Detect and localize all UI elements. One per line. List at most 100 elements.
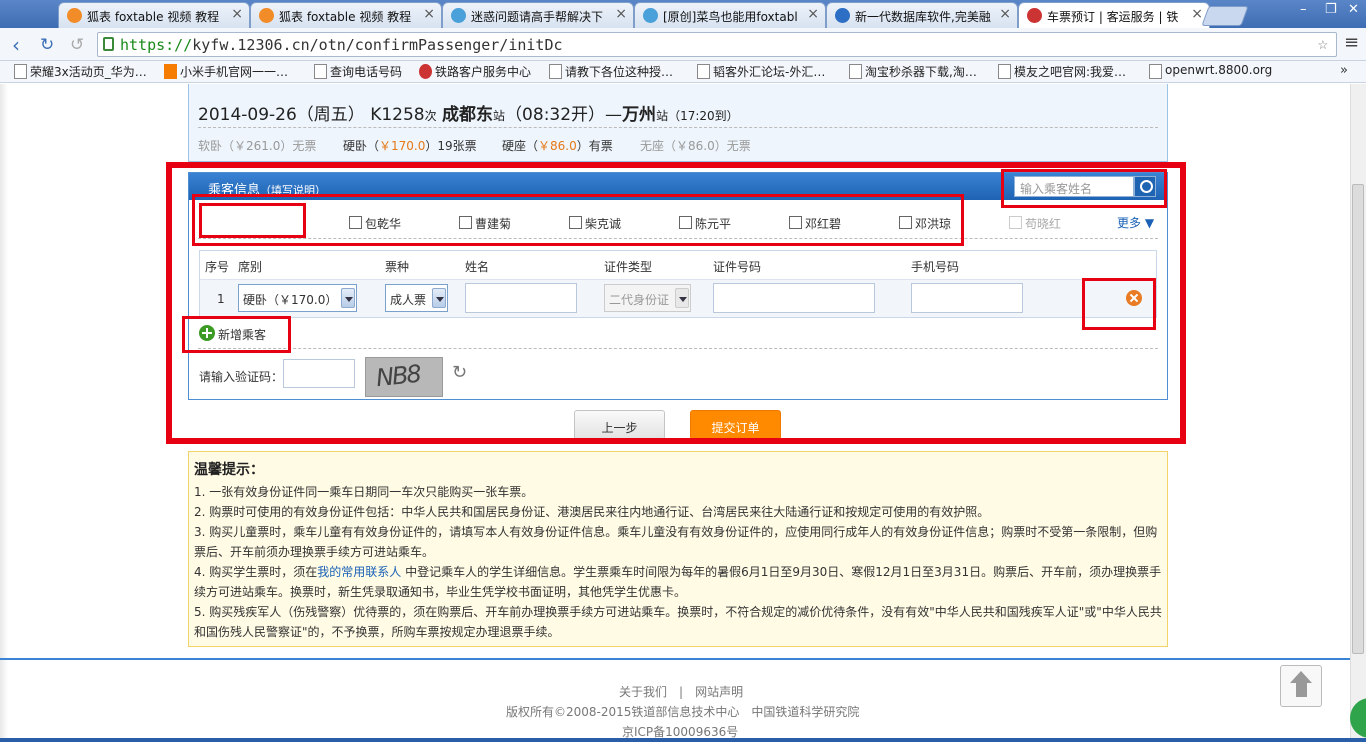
tab-label: 新一代数据库软件,完美融 <box>855 10 991 24</box>
train-ci: 次 <box>424 109 437 123</box>
taskbar <box>0 738 1366 742</box>
seat-price: ￥86.0 <box>676 139 715 153</box>
url-path: kyfw.12306.cn/otn/confirmPassenger/initD… <box>192 36 563 54</box>
bookmark-item[interactable]: 请教下各位这种授… <box>547 63 673 80</box>
seat-hard-sleeper: 硬卧（￥170.0）19张票 <box>343 137 477 154</box>
bookmark-item[interactable]: 模友之吧官网:我爱… <box>996 63 1126 80</box>
scrollbar-thumb[interactable] <box>1352 184 1364 654</box>
fox-icon <box>259 8 274 23</box>
seat-soft-sleeper: 软卧（￥261.0）无票 <box>198 137 316 154</box>
site-icon <box>835 8 850 23</box>
contacts-link[interactable]: 我的常用联系人 <box>317 565 401 579</box>
close-icon[interactable]: × <box>999 6 1011 22</box>
train-date: 2014-09-26（周五） <box>198 105 365 125</box>
highlight-box <box>192 194 964 246</box>
tip-item: 1. 一张有效身份证件同一乘车日期同一车次只能购买一张车票。 <box>194 485 534 499</box>
fox-icon <box>67 8 82 23</box>
seat-status: 无票 <box>292 139 317 153</box>
tip-item: 4. 购买学生票时，须在我的常用联系人 中登记乘车人的学生详细信息。学生票乘车时… <box>194 562 1162 602</box>
seat-bracket: ） <box>714 139 727 153</box>
tip-text: 4. 购买学生票时，须在 <box>194 565 318 579</box>
seat-status: 无票 <box>726 139 751 153</box>
bookmark-item[interactable]: 淘宝秒杀器下载,淘… <box>847 63 977 80</box>
tip-item: 3. 购买儿童票时，乘车儿童有有效身份证件的，请填写本人有效身份证件信息。乘车儿… <box>194 525 1158 559</box>
forum-icon <box>451 8 466 23</box>
bookmark-item[interactable]: openwrt.8800.org <box>1147 63 1272 79</box>
separator: | <box>679 685 684 699</box>
highlight-box <box>199 203 306 238</box>
seat-name: 硬座（ <box>502 139 539 153</box>
train-arrive: （17:20到） <box>668 109 739 123</box>
footer-divider <box>0 658 1350 660</box>
close-icon[interactable]: × <box>807 6 819 22</box>
maximize-icon[interactable]: ❐ <box>1325 2 1337 17</box>
bookmark-item[interactable]: 查询电话号码 <box>312 63 402 80</box>
seat-status: 19张票 <box>437 139 477 153</box>
new-tab-button[interactable] <box>1201 6 1249 26</box>
browser-tab[interactable]: 新一代数据库软件,完美融 × <box>826 2 1018 28</box>
seat-bracket: ） <box>280 139 293 153</box>
tip-item: 2. 购票时可使用的有效身份证件包括：中华人民共和国居民身份证、港澳居民来往内地… <box>194 505 990 519</box>
seat-status: 有票 <box>588 139 613 153</box>
seat-name: 无座（ <box>640 139 677 153</box>
train-from: 成都东 <box>442 105 494 125</box>
station-suffix: 站 <box>656 109 669 123</box>
railway-icon <box>1027 8 1042 23</box>
url-scheme: https:// <box>120 36 193 54</box>
close-icon[interactable]: × <box>231 6 243 22</box>
seat-name: 软卧（ <box>198 139 235 153</box>
train-number: K1258 <box>370 105 425 125</box>
bookmark-item[interactable]: 小米手机官网一一… <box>162 63 288 80</box>
train-depart: （08:32开）— <box>505 105 623 125</box>
reload-icon[interactable]: ↻ <box>40 35 54 55</box>
browser-tab[interactable]: [原创]菜鸟也能用foxtabl × <box>634 2 826 28</box>
browser-tab[interactable]: 迷惑问题请高手帮解决下 × <box>442 2 634 28</box>
tab-label: [原创]菜鸟也能用foxtabl <box>663 10 798 24</box>
tab-label: 狐表 foxtable 视频 教程 <box>87 10 220 24</box>
seat-standing: 无座（￥86.0）无票 <box>640 137 751 154</box>
seat-price: ￥170.0 <box>379 139 426 153</box>
bookmarks-more[interactable]: » <box>1340 63 1348 78</box>
statement-link[interactable]: 网站声明 <box>695 685 743 699</box>
station-suffix: 站 <box>493 109 506 123</box>
divider <box>198 127 1158 128</box>
about-link[interactable]: 关于我们 <box>619 685 667 699</box>
tab-label: 车票预订 | 客运服务 | 铁 <box>1047 10 1179 24</box>
address-bar[interactable]: https://kyfw.12306.cn/otn/confirmPasseng… <box>97 32 1337 57</box>
back-icon[interactable]: ‹ <box>12 33 20 57</box>
seat-price: ￥86.0 <box>538 139 577 153</box>
browser-tab[interactable]: 狐表 foxtable 视频 教程 × <box>58 2 250 28</box>
undo-icon[interactable]: ↺ <box>70 35 84 55</box>
seat-price: ￥261.0 <box>234 139 281 153</box>
page-edge <box>0 84 8 738</box>
minimize-icon[interactable]: – <box>1300 2 1307 17</box>
bookmark-item[interactable]: 铁路客户服务中心 <box>417 63 531 80</box>
train-to: 万州 <box>622 105 657 125</box>
seat-hard-seat: 硬座（￥86.0）有票 <box>502 137 613 154</box>
browser-tab[interactable]: 狐表 foxtable 视频 教程 × <box>250 2 442 28</box>
window-close-icon[interactable]: ✕ <box>1348 2 1359 17</box>
copyright: 版权所有©2008-2015铁道部信息技术中心 中国铁道科学研究院 <box>506 705 860 719</box>
footer-links: 关于我们 | 网站声明 <box>619 683 743 700</box>
tab-label: 迷惑问题请高手帮解决下 <box>471 10 604 24</box>
highlight-box <box>1001 169 1167 208</box>
train-title: 2014-09-26（周五） K1258次 成都东站（08:32开）—万州站（1… <box>198 100 739 125</box>
bookmark-item[interactable]: 荣耀3x活动页_华为… <box>12 63 147 80</box>
highlight-box <box>182 316 291 353</box>
tip-item: 5. 购买残疾军人（伤残警察）优待票的，须在购票后、开车前办理换票手续方可进站乘… <box>194 605 1162 639</box>
highlight-box <box>1082 278 1156 330</box>
tab-label: 狐表 foxtable 视频 教程 <box>279 10 412 24</box>
close-icon[interactable]: × <box>1191 6 1203 22</box>
back-to-top-icon[interactable] <box>1280 665 1322 707</box>
seat-bracket: ） <box>425 139 438 153</box>
forum-icon <box>643 8 658 23</box>
star-icon[interactable]: ☆ <box>1318 34 1328 54</box>
browser-tab-active[interactable]: 车票预订 | 客运服务 | 铁 × <box>1018 2 1210 28</box>
close-icon[interactable]: × <box>615 6 627 22</box>
close-icon[interactable]: × <box>423 6 435 22</box>
lock-icon <box>103 37 114 51</box>
bookmark-item[interactable]: 韬客外汇论坛-外汇… <box>695 63 825 80</box>
seat-name: 硬卧（ <box>343 139 380 153</box>
seat-bracket: ） <box>576 139 589 153</box>
menu-icon[interactable]: ≡ <box>1344 32 1359 53</box>
